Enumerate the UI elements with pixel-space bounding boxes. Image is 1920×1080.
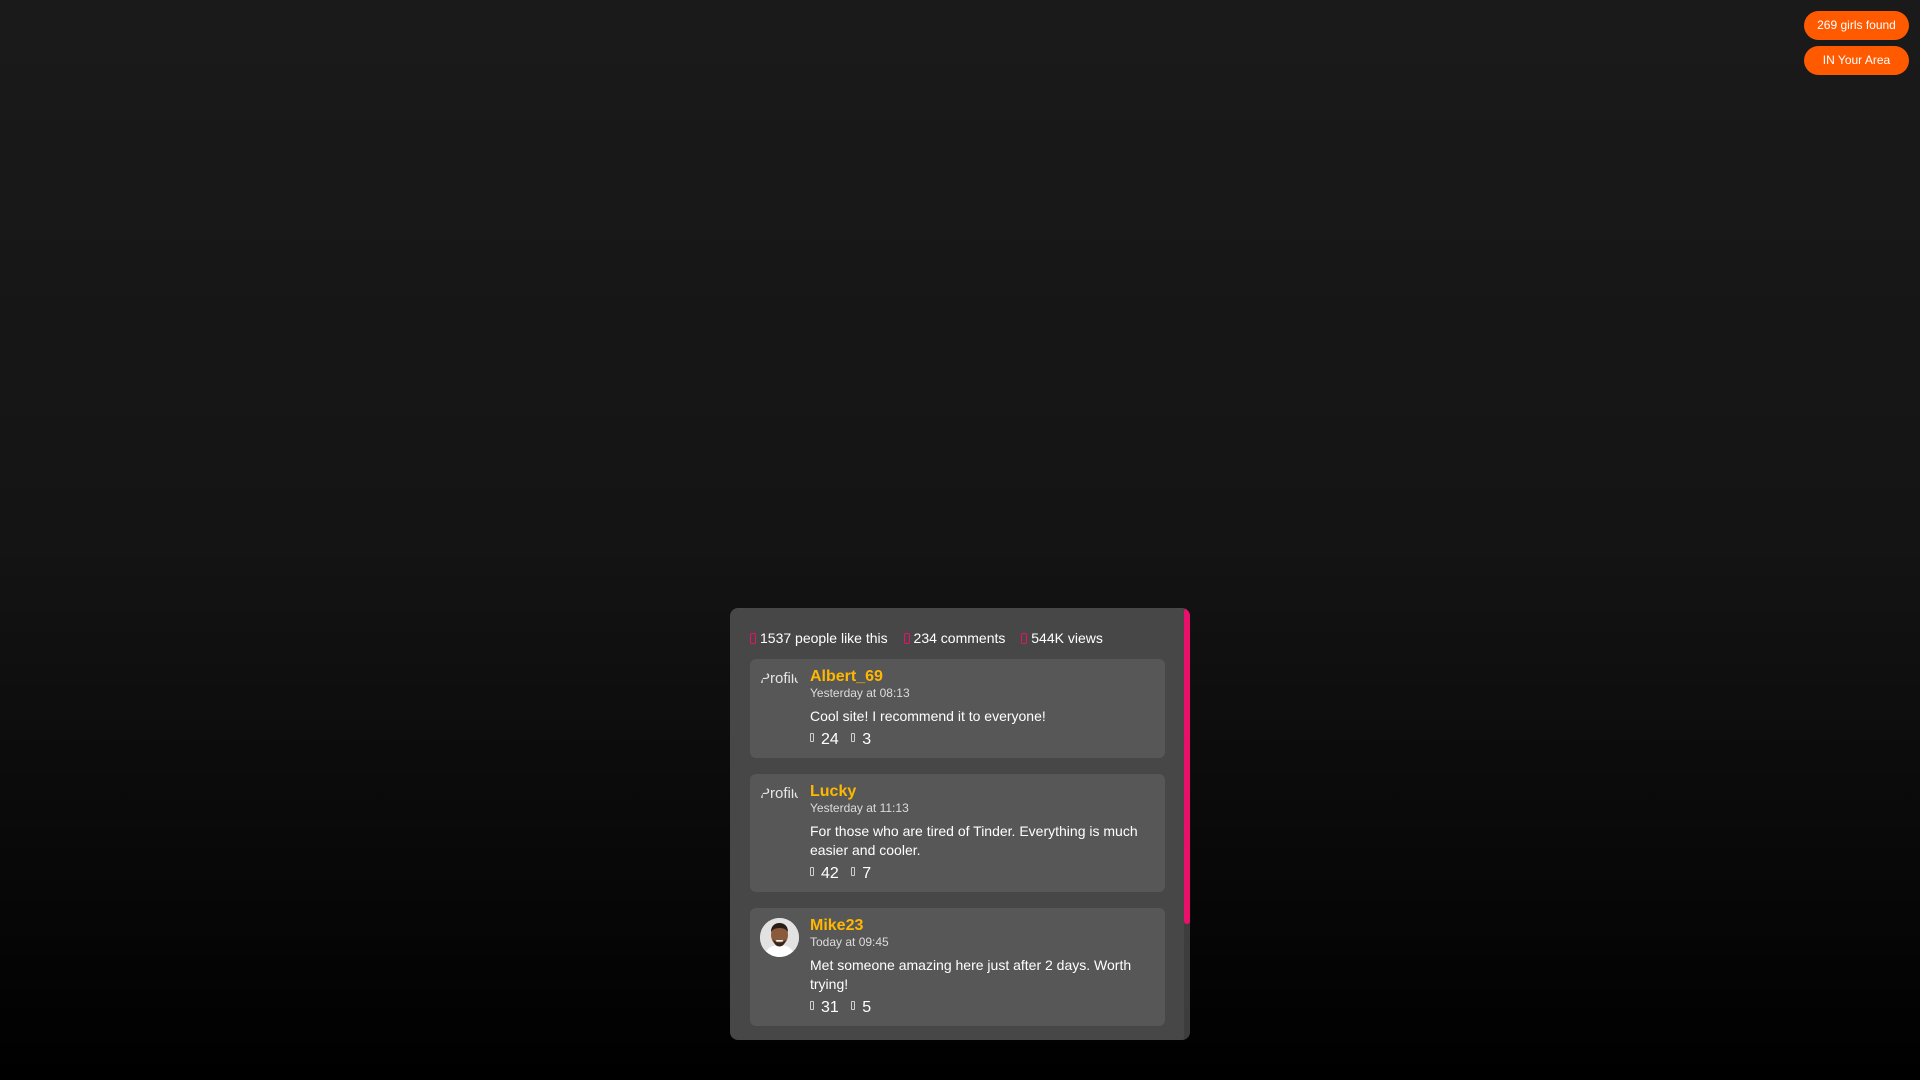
avatar-alt-text: Profile pict [760, 785, 799, 802]
top-right-badges: 269 girls found IN Your Area [1804, 11, 1909, 81]
comment-time: Yesterday at 08:13 [810, 686, 910, 700]
avatar-alt-text: Profile pict [760, 670, 799, 687]
comment-reactions: 42 7 [810, 864, 1153, 884]
thumbs-up-icon [810, 867, 814, 876]
comment-time: Today at 09:45 [810, 935, 889, 949]
comment-text: Cool site! I recommend it to everyone! [810, 708, 1046, 724]
like-count: 42 [821, 865, 839, 882]
dislike-button[interactable]: 5 [851, 998, 871, 1018]
comments-stat-label: 234 comments [913, 630, 1006, 646]
likes-stat: 1537 people like this [750, 628, 888, 648]
comment-body: Mike23 Today at 09:45 Met someone amazin… [810, 917, 1153, 1018]
thumbs-up-icon [810, 733, 814, 742]
dislike-button[interactable]: 3 [851, 730, 871, 750]
comment-reactions: 31 5 [810, 998, 1153, 1018]
comment-card: Profile pict Albert_69 Yesterday at 08:1… [750, 659, 1165, 758]
like-button[interactable]: 31 [810, 998, 839, 1018]
thumbs-down-icon [851, 1001, 856, 1010]
views-stat-label: 544K views [1031, 630, 1103, 646]
views-stat: 544K views [1021, 628, 1103, 648]
comments-panel: 1537 people like this 234 comments 544K … [730, 608, 1190, 1040]
comment-body: Albert_69 Yesterday at 08:13 Cool site! … [810, 668, 1153, 750]
comment-card: Mike23 Today at 09:45 Met someone amazin… [750, 908, 1165, 1026]
thumbs-down-icon [851, 733, 856, 742]
like-button[interactable]: 24 [810, 730, 839, 750]
comments-stat: 234 comments [903, 628, 1006, 648]
scrollbar-thumb[interactable] [1184, 608, 1190, 924]
thumbs-up-icon [810, 1001, 814, 1010]
like-button[interactable]: 42 [810, 864, 839, 884]
comment-body: Lucky Yesterday at 11:13 For those who a… [810, 783, 1153, 884]
in-your-area-badge[interactable]: IN Your Area [1804, 46, 1909, 75]
profile-photo [760, 918, 799, 957]
comment-author[interactable]: Mike23 [810, 917, 1153, 935]
avatar[interactable] [760, 918, 799, 957]
heart-icon [750, 633, 756, 644]
like-count: 24 [821, 731, 839, 748]
comment-icon [903, 633, 910, 644]
dislike-count: 7 [862, 865, 872, 882]
comment-text: Met someone amazing here just after 2 da… [810, 957, 1132, 992]
dislike-count: 5 [862, 999, 872, 1016]
avatar[interactable]: Profile pict [760, 669, 799, 708]
comment-card: Profile pict Lucky Yesterday at 11:13 Fo… [750, 774, 1165, 892]
scrollbar-track[interactable] [1184, 608, 1190, 1040]
stats-bar: 1537 people like this 234 comments 544K … [750, 628, 1115, 648]
like-count: 31 [821, 999, 839, 1016]
eye-icon [1021, 633, 1028, 644]
girls-found-badge[interactable]: 269 girls found [1804, 11, 1909, 40]
comment-text: For those who are tired of Tinder. Every… [810, 823, 1138, 858]
comment-reactions: 24 3 [810, 730, 1153, 750]
dislike-count: 3 [862, 731, 872, 748]
comment-author[interactable]: Lucky [810, 783, 1153, 801]
avatar[interactable]: Profile pict [760, 784, 799, 823]
comment-time: Yesterday at 11:13 [810, 801, 909, 815]
thumbs-down-icon [851, 867, 856, 876]
likes-stat-label: 1537 people like this [760, 630, 888, 646]
dislike-button[interactable]: 7 [851, 864, 871, 884]
comment-author[interactable]: Albert_69 [810, 668, 1153, 686]
